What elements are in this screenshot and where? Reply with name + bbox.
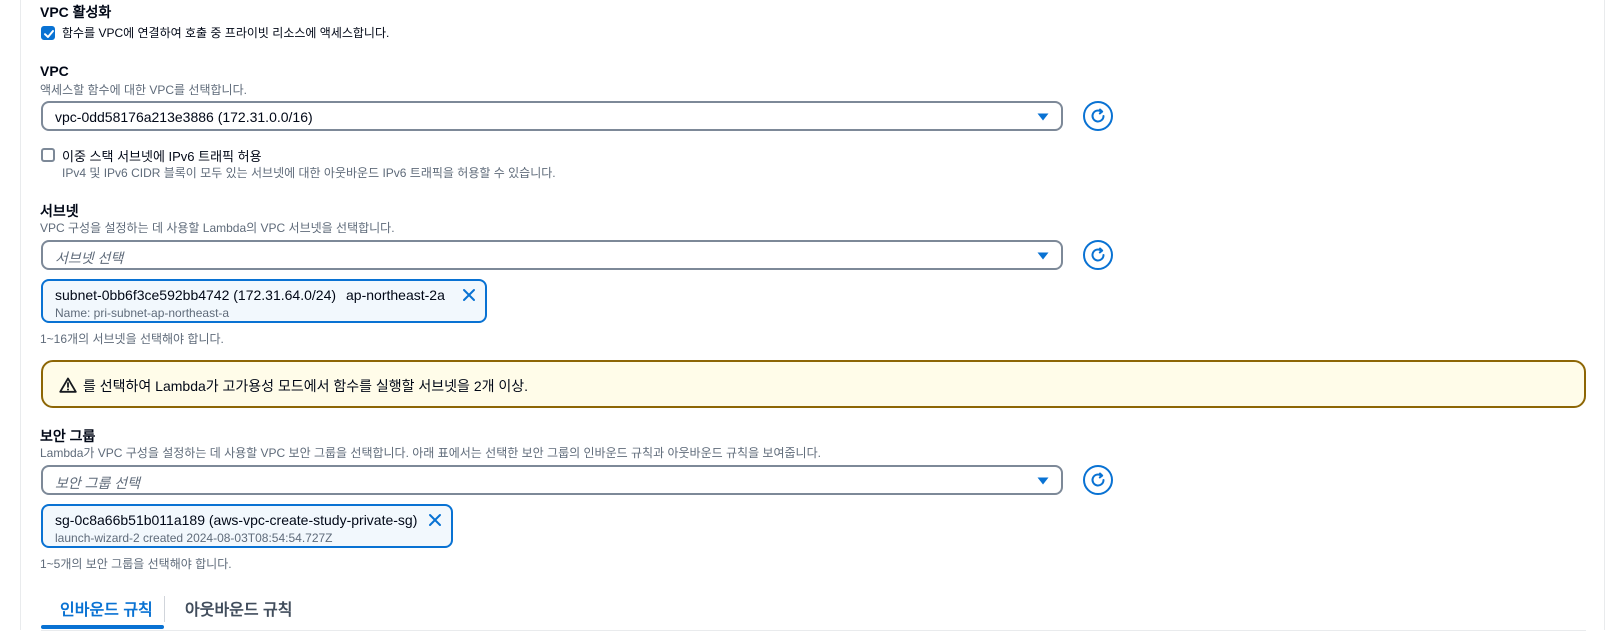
subnets-constraint: 1~16개의 서브넷을 선택해야 합니다. [40, 332, 224, 346]
ipv6-label: 이중 스택 서브넷에 IPv6 트래픽 허용 [62, 149, 262, 164]
warning-icon [59, 377, 77, 393]
subnet-token-id: subnet-0bb6f3ce592bb4742 (172.31.64.0/24… [55, 287, 337, 303]
vpc-description: 액세스할 함수에 대한 VPC를 선택합니다. [40, 83, 247, 97]
caret-down-icon [1037, 252, 1049, 260]
subnets-title: 서브넷 [40, 203, 79, 219]
subnets-description: VPC 구성을 설정하는 데 사용할 Lambda의 VPC 서브넷을 선택합니… [40, 221, 395, 235]
panel-left-border [20, 0, 21, 630]
subnet-token-az: ap-northeast-2a [346, 287, 445, 303]
subnet-token-label: subnet-0bb6f3ce592bb4742 (172.31.64.0/24… [55, 287, 445, 303]
security-groups-description: Lambda가 VPC 구성을 설정하는 데 사용할 VPC 보안 그룹을 선택… [40, 446, 821, 460]
vpc-enable-label: 함수를 VPC에 연결하여 호출 중 프라이빗 리소스에 액세스합니다. [62, 26, 390, 40]
panel-right-border [1604, 0, 1605, 630]
caret-down-icon [1037, 113, 1049, 121]
subnet-refresh-button[interactable] [1083, 240, 1113, 270]
subnet-token-name: Name: pri-subnet-ap-northeast-a [55, 306, 230, 320]
security-groups-title: 보안 그룹 [40, 428, 96, 444]
subnet-select-placeholder: 서브넷 선택 [55, 250, 124, 266]
ipv6-description: IPv4 및 IPv6 CIDR 블록이 모두 있는 서브넷에 대한 아웃바운드… [62, 166, 556, 180]
checkmark-icon [44, 30, 54, 38]
security-group-token-id: sg-0c8a66b51b011a189 (aws-vpc-create-stu… [55, 512, 418, 528]
security-group-token: sg-0c8a66b51b011a189 (aws-vpc-create-stu… [41, 504, 453, 548]
vpc-selected-value: vpc-0dd58176a213e3886 (172.31.0.0/16) [55, 109, 313, 125]
security-group-token-created: launch-wizard-2 created 2024-08-03T08:54… [55, 531, 333, 545]
warning-alert: 를 선택하여 Lambda가 고가용성 모드에서 함수를 실행할 서브넷을 2개… [41, 360, 1586, 408]
subnet-token: subnet-0bb6f3ce592bb4742 (172.31.64.0/24… [41, 279, 487, 323]
subnet-select[interactable]: 서브넷 선택 [41, 240, 1063, 270]
refresh-icon [1091, 472, 1105, 487]
security-group-token-remove-icon[interactable] [427, 512, 443, 528]
vpc-refresh-button[interactable] [1083, 101, 1113, 131]
vpc-enable-title: VPC 활성화 [40, 4, 112, 20]
refresh-icon [1091, 108, 1105, 123]
vpc-enable-checkbox[interactable] [41, 26, 55, 40]
security-groups-constraint: 1~5개의 보안 그룹을 선택해야 합니다. [40, 557, 232, 571]
ipv6-checkbox[interactable] [41, 148, 55, 162]
tab-inbound-rules[interactable]: 인바운드 규칙 [60, 596, 153, 620]
subnet-token-remove-icon[interactable] [461, 287, 477, 303]
tab-divider [164, 596, 165, 622]
rules-tabs: 인바운드 규칙 아웃바운드 규칙 [41, 590, 1586, 631]
security-group-select[interactable]: 보안 그룹 선택 [41, 465, 1063, 495]
active-tab-indicator [41, 625, 164, 629]
security-group-select-placeholder: 보안 그룹 선택 [55, 475, 141, 491]
security-group-refresh-button[interactable] [1083, 465, 1113, 495]
caret-down-icon [1037, 477, 1049, 485]
vpc-select[interactable]: vpc-0dd58176a213e3886 (172.31.0.0/16) [41, 101, 1063, 131]
warning-message: 를 선택하여 Lambda가 고가용성 모드에서 함수를 실행할 서브넷을 2개… [83, 378, 529, 394]
vpc-title: VPC [40, 63, 69, 79]
tab-outbound-rules[interactable]: 아웃바운드 규칙 [185, 596, 293, 620]
refresh-icon [1091, 247, 1105, 262]
